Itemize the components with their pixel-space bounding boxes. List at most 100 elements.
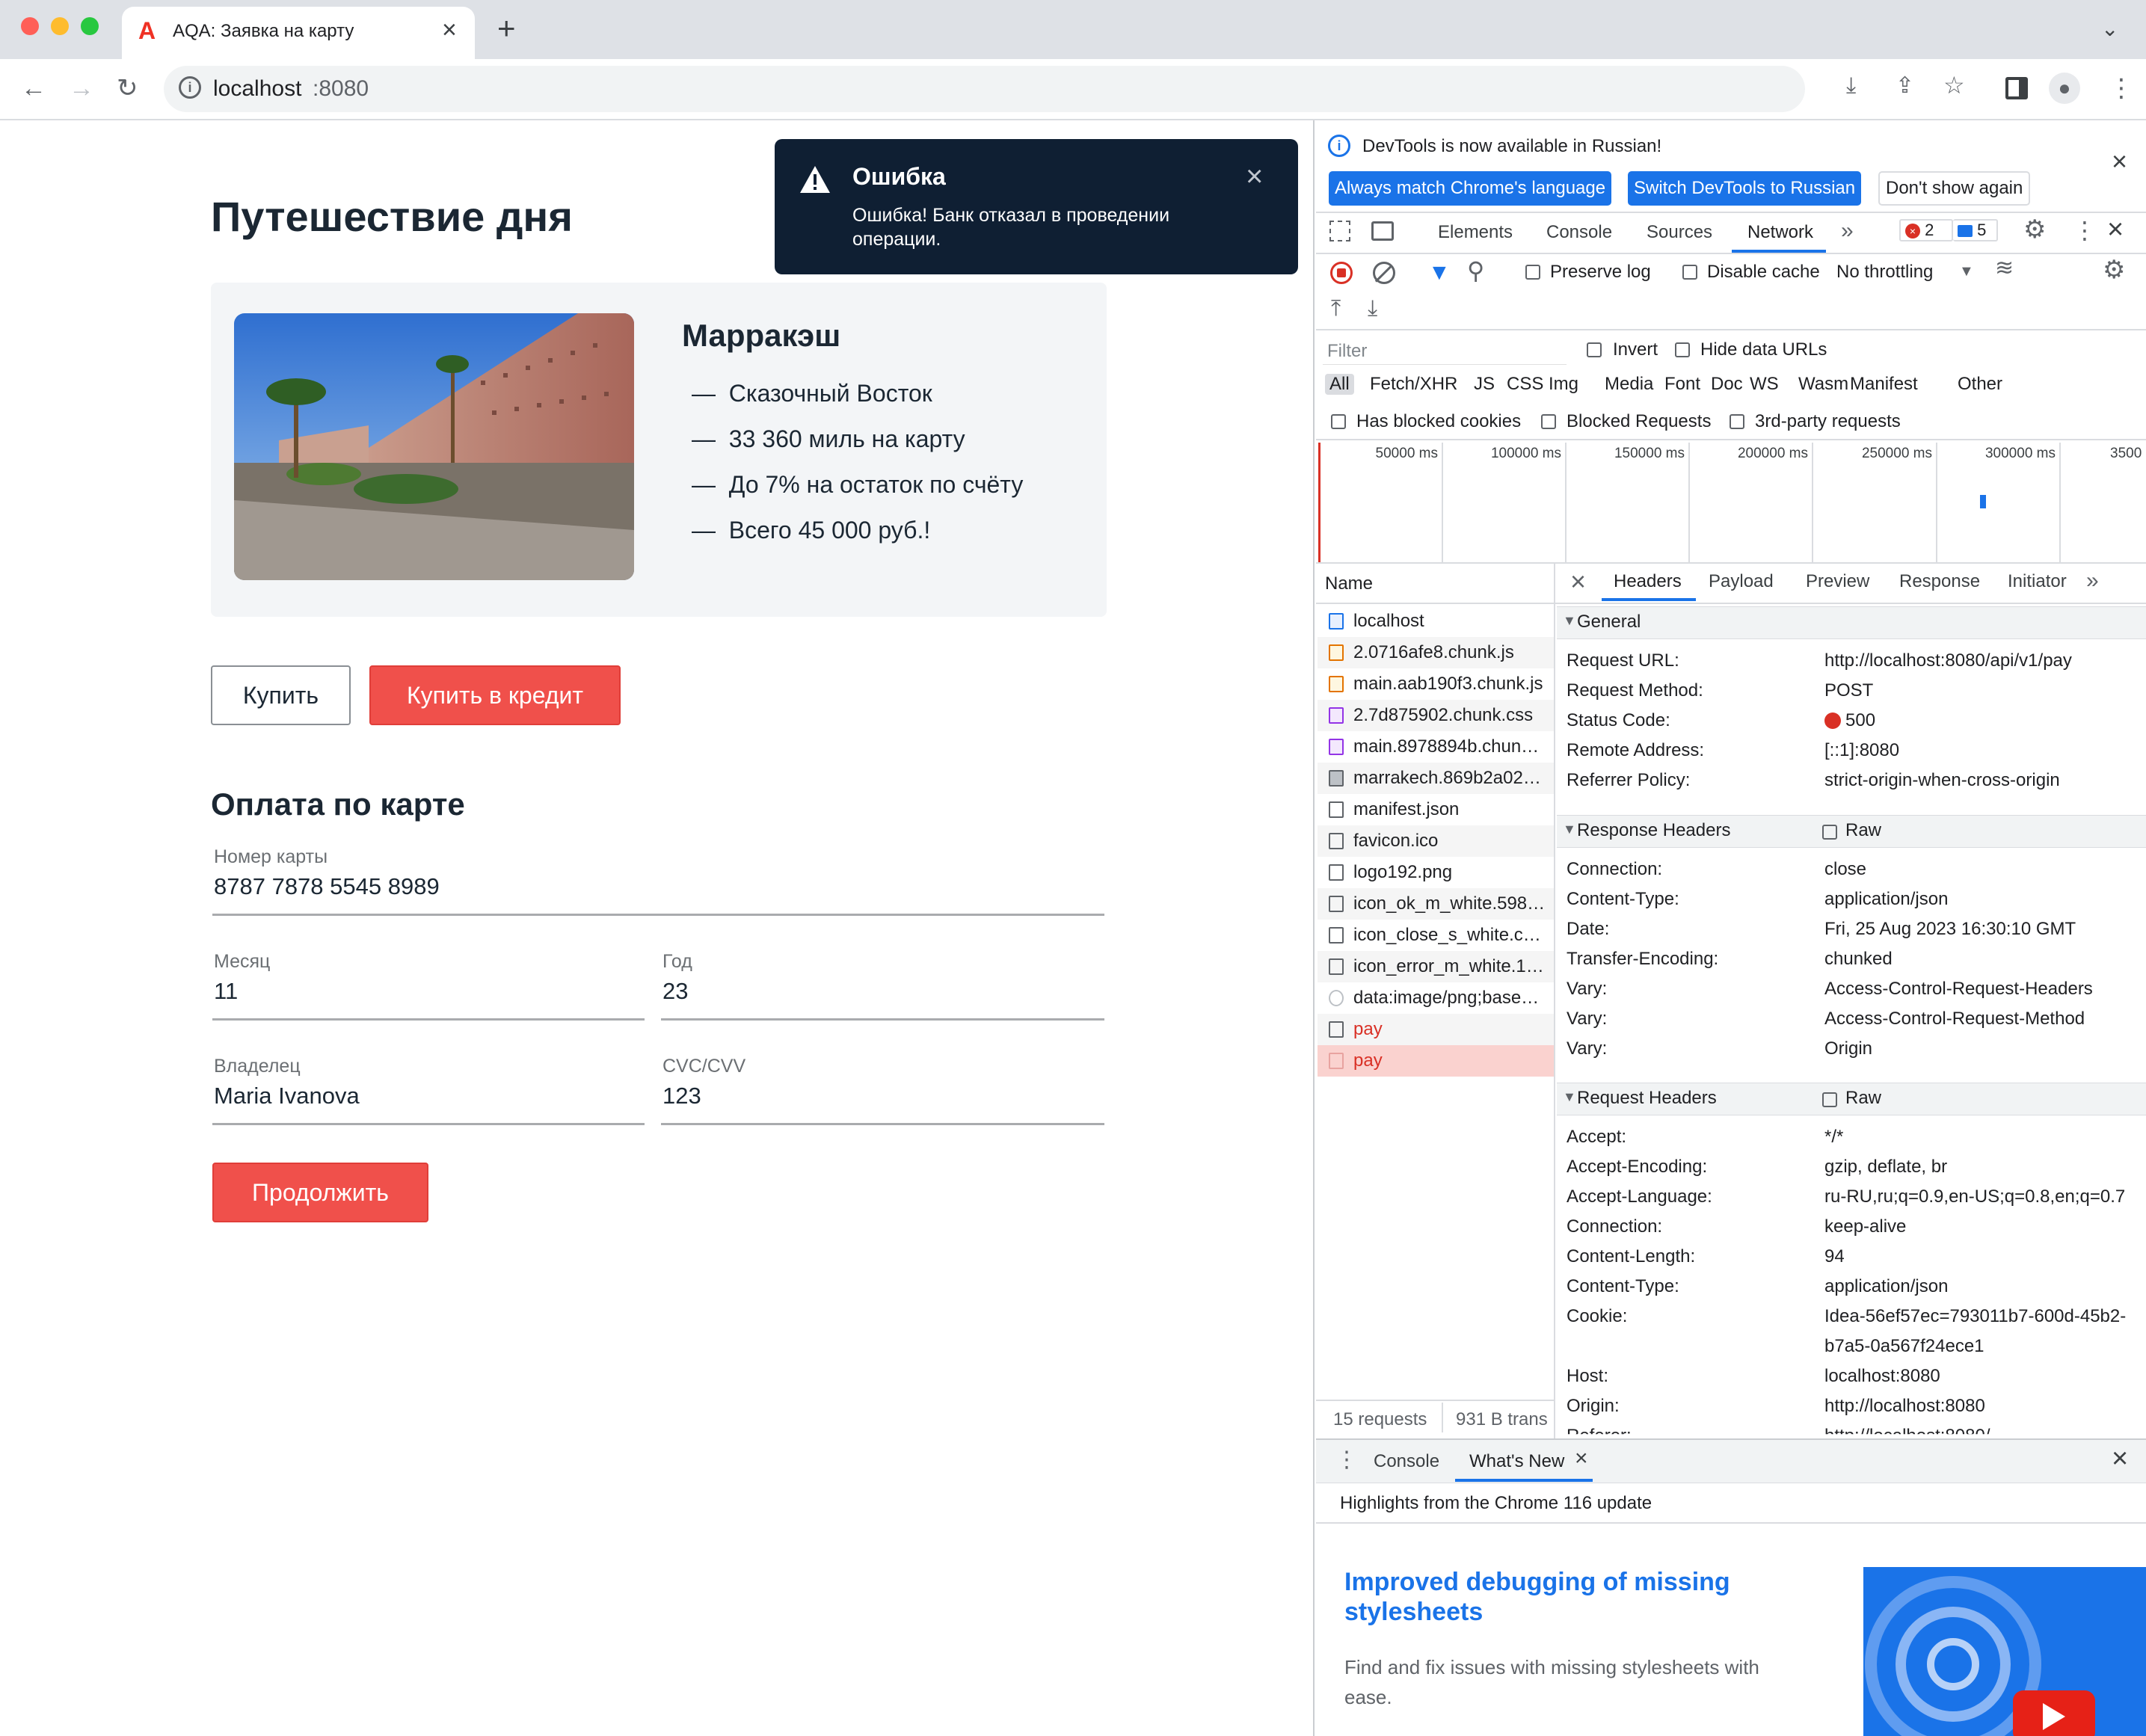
request-row[interactable]: data:image/png;base…	[1353, 988, 1539, 1009]
request-row[interactable]: logo192.png	[1353, 862, 1452, 883]
detail-tab-payload[interactable]: Payload	[1709, 571, 1774, 592]
invert-checkbox[interactable]	[1587, 342, 1602, 357]
type-filter-js[interactable]: JS	[1474, 374, 1495, 395]
tab-close-icon[interactable]: ×	[442, 16, 457, 45]
type-filter-fetchxhr[interactable]: Fetch/XHR	[1370, 374, 1457, 395]
general-section-header[interactable]	[1557, 606, 2146, 639]
has-blocked-cookies-checkbox[interactable]	[1331, 414, 1346, 429]
type-filter-other[interactable]: Other	[1958, 374, 2002, 395]
browser-tab[interactable]: A AQA: Заявка на карту ×	[122, 7, 475, 59]
preserve-log-checkbox[interactable]	[1525, 265, 1540, 280]
tab-console[interactable]: Console	[1546, 222, 1612, 243]
search-icon[interactable]: ⚲	[1467, 259, 1484, 283]
new-tab-button[interactable]: +	[497, 10, 516, 46]
collapse-triangle-icon[interactable]: ▼	[1563, 822, 1576, 837]
request-row[interactable]: 2.7d875902.chunk.css	[1353, 705, 1533, 726]
collapse-triangle-icon[interactable]: ▼	[1563, 613, 1576, 629]
more-tabs-icon[interactable]: »	[1841, 218, 1854, 244]
buy-button[interactable]: Купить	[211, 665, 351, 725]
share-icon[interactable]: ⇪	[1896, 75, 1914, 97]
drawer-menu-icon[interactable]: ⋮	[1335, 1449, 1358, 1471]
detail-tab-response[interactable]: Response	[1899, 571, 1980, 592]
close-notification-icon[interactable]: ×	[1246, 161, 1263, 191]
drawer-tab-whats-new[interactable]: What's New	[1469, 1451, 1564, 1472]
request-row[interactable]: main.8978894b.chun…	[1353, 736, 1539, 757]
detail-tab-preview[interactable]: Preview	[1806, 571, 1869, 592]
request-row[interactable]: pay	[1353, 1019, 1383, 1040]
request-row[interactable]: icon_close_s_white.c…	[1353, 925, 1541, 946]
buy-credit-button[interactable]: Купить в кредит	[369, 665, 621, 725]
filter-input[interactable]: Filter	[1327, 341, 1367, 362]
article-title-link[interactable]: Improved debugging of missing stylesheet…	[1344, 1567, 1763, 1627]
forward-icon[interactable]: →	[69, 76, 94, 101]
clear-log-icon[interactable]	[1373, 262, 1395, 284]
drawer-tab-console[interactable]: Console	[1374, 1451, 1439, 1472]
request-row[interactable]: pay	[1353, 1050, 1383, 1071]
detail-tab-headers[interactable]: Headers	[1614, 571, 1682, 592]
year-field[interactable]: Год 23	[661, 948, 1104, 1021]
type-filter-manifest[interactable]: Manifest	[1850, 374, 1918, 395]
tab-elements[interactable]: Elements	[1438, 222, 1513, 243]
article-video-thumbnail[interactable]	[1863, 1567, 2146, 1736]
network-settings-icon[interactable]: ⚙	[2103, 257, 2125, 283]
detail-tab-initiator[interactable]: Initiator	[2008, 571, 2067, 592]
close-devtools-icon[interactable]: ×	[2107, 215, 2124, 244]
bookmark-star-icon[interactable]: ☆	[1943, 73, 1965, 97]
type-filter-font[interactable]: Font	[1664, 374, 1700, 395]
request-row[interactable]: 2.0716afe8.chunk.js	[1353, 642, 1514, 663]
reload-icon[interactable]: ↻	[117, 76, 138, 101]
match-chrome-language-button[interactable]: Always match Chrome's language	[1329, 171, 1612, 206]
side-panel-icon[interactable]	[2005, 77, 2028, 99]
request-row[interactable]: favicon.ico	[1353, 831, 1438, 852]
dont-show-again-button[interactable]: Don't show again	[1878, 171, 2031, 206]
more-detail-tabs-icon[interactable]: »	[2086, 568, 2099, 594]
type-filter-img[interactable]: Img	[1549, 374, 1578, 395]
tab-sources[interactable]: Sources	[1647, 222, 1712, 243]
request-raw-checkbox[interactable]	[1822, 1092, 1837, 1107]
export-har-icon[interactable]: ⤓	[1368, 298, 1377, 320]
type-filter-all[interactable]: All	[1325, 374, 1354, 395]
request-row[interactable]: icon_ok_m_white.598…	[1353, 893, 1545, 914]
settings-gear-icon[interactable]: ⚙	[2023, 217, 2046, 242]
profile-avatar-icon[interactable]: ●	[2049, 73, 2080, 104]
cvc-field[interactable]: CVC/CVV 123	[661, 1053, 1104, 1126]
filter-funnel-icon[interactable]: ▼	[1428, 262, 1451, 284]
browser-menu-icon[interactable]: ⋮	[2109, 76, 2134, 101]
name-column-header[interactable]: Name	[1325, 573, 1373, 594]
type-filter-css[interactable]: CSS	[1507, 374, 1543, 395]
hide-data-urls-checkbox[interactable]	[1675, 342, 1690, 357]
devtools-menu-icon[interactable]: ⋮	[2073, 218, 2097, 242]
messages-badge[interactable]: 5	[1953, 219, 1998, 241]
close-infobar-icon[interactable]: ×	[2112, 148, 2127, 175]
continue-button[interactable]: Продолжить	[212, 1163, 428, 1222]
throttling-select[interactable]: No throttling	[1836, 262, 1933, 283]
month-field[interactable]: Месяц 11	[212, 948, 645, 1021]
request-row[interactable]: icon_error_m_white.1…	[1353, 956, 1544, 977]
switch-devtools-russian-button[interactable]: Switch DevTools to Russian	[1628, 171, 1862, 206]
record-stop-icon[interactable]	[1330, 262, 1353, 284]
tab-network[interactable]: Network	[1747, 222, 1813, 243]
third-party-checkbox[interactable]	[1730, 414, 1744, 429]
close-drawer-icon[interactable]: ×	[2112, 1444, 2128, 1473]
errors-badge[interactable]: × 2	[1899, 219, 1953, 241]
minimize-window-button[interactable]	[51, 17, 69, 35]
close-detail-icon[interactable]: ×	[1570, 568, 1586, 595]
owner-field[interactable]: Владелец Maria Ivanova	[212, 1053, 645, 1126]
device-toolbar-icon[interactable]	[1371, 221, 1394, 241]
back-icon[interactable]: ←	[21, 76, 46, 101]
install-app-icon[interactable]: ⤓	[1846, 75, 1856, 97]
type-filter-media[interactable]: Media	[1605, 374, 1653, 395]
request-row[interactable]: main.aab190f3.chunk.js	[1353, 674, 1543, 695]
blocked-requests-checkbox[interactable]	[1541, 414, 1556, 429]
request-row[interactable]: localhost	[1353, 611, 1424, 632]
card-number-field[interactable]: Номер карты 8787 7878 5545 8989	[212, 843, 1104, 917]
response-raw-checkbox[interactable]	[1822, 825, 1837, 840]
collapse-triangle-icon[interactable]: ▼	[1563, 1089, 1576, 1105]
site-info-icon[interactable]: i	[179, 76, 201, 99]
close-window-button[interactable]	[21, 17, 39, 35]
tab-search-icon[interactable]: ⌄	[2101, 16, 2118, 41]
import-har-icon[interactable]: ⤒	[1331, 298, 1341, 320]
maximize-window-button[interactable]	[81, 17, 99, 35]
close-whats-new-icon[interactable]: ×	[1575, 1447, 1588, 1470]
type-filter-ws[interactable]: WS	[1750, 374, 1779, 395]
